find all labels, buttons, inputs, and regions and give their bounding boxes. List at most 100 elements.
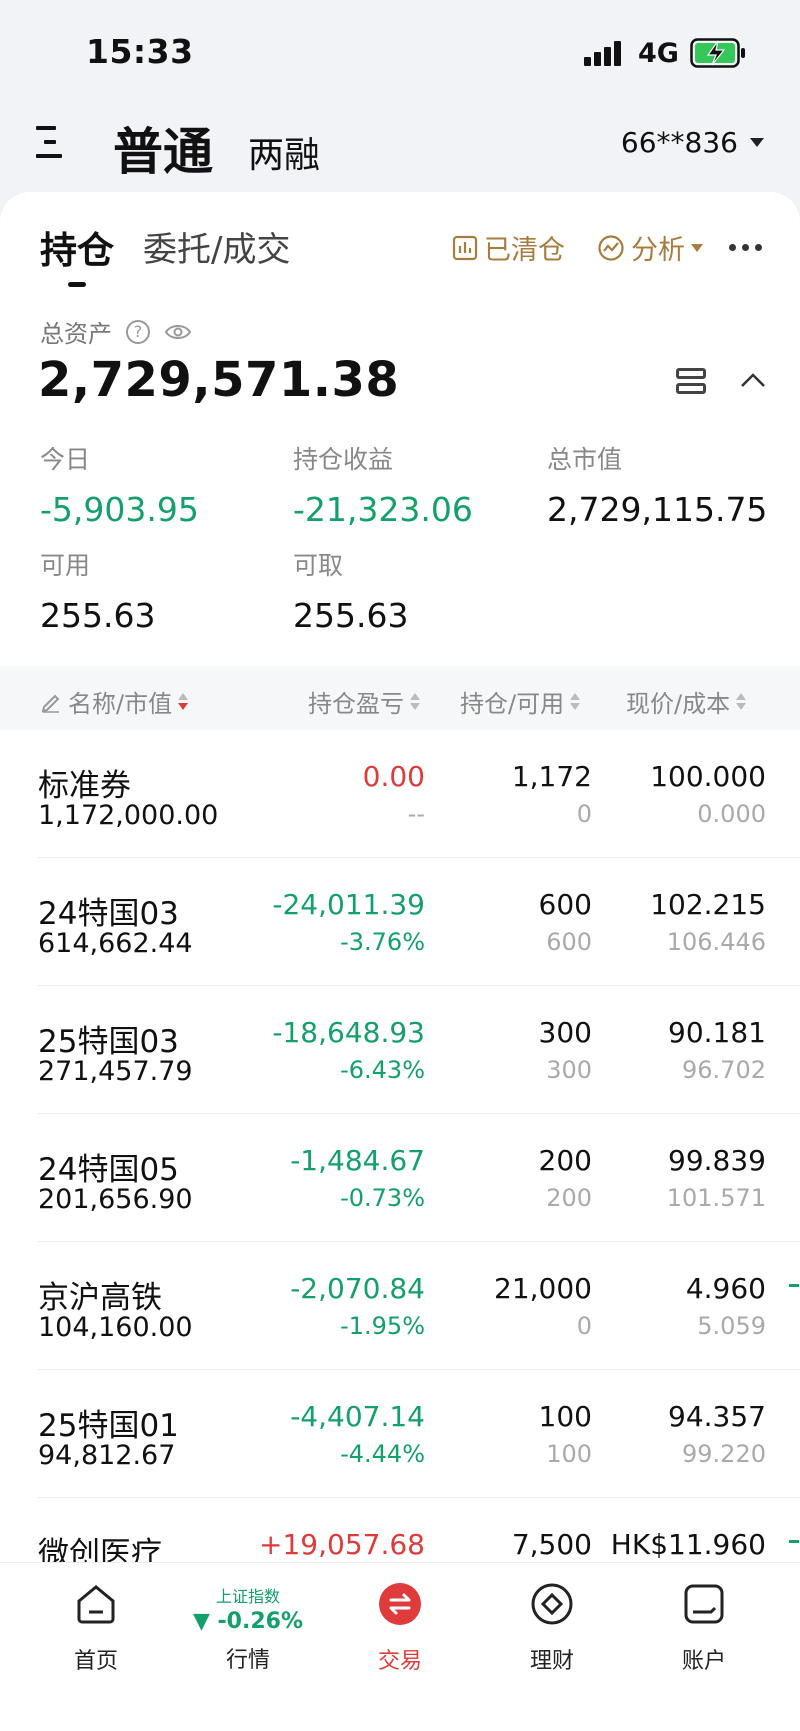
holding-price: 4.960 [685,1272,766,1305]
holding-cost: 101.571 [666,1184,766,1212]
holding-quantity: 1,172 [511,760,592,793]
holding-name: 24特国03 [38,896,179,932]
chevron-down-icon [750,138,764,147]
holding-name: 24特国05 [38,1152,179,1188]
nav-home-label: 首页 [73,1649,118,1674]
signal-icon [584,40,628,66]
holding-cost: 99.220 [682,1440,766,1468]
holding-row[interactable]: 京沪高铁 104,160.00 -2,070.84 -1.95% 21,000 0 4.96… [38,1242,800,1370]
holding-pnl: 0.00 [362,760,425,793]
total-assets-value: 2,729,571.38 [38,352,400,408]
header-name-value[interactable]: 名称/市值 [40,684,189,719]
app-header: 普通 两融 66**836 [0,100,800,192]
holding-available: 600 [546,928,592,956]
holding-market-value: 614,662.44 [38,928,193,959]
total-assets-label: 总资产 [40,320,112,348]
holding-available: 0 [576,1312,592,1340]
trend-icon [598,234,624,261]
tab-orders[interactable]: 委托/成交 [143,222,290,271]
help-icon[interactable]: ? [126,319,150,344]
holding-quantity: 300 [538,1016,592,1049]
cleared-positions-button[interactable]: 已清仓 [452,228,565,267]
tab-margin[interactable]: 两融 [248,126,320,178]
stat-holding-pnl: 持仓收益 -21,323.06 [293,440,473,529]
holding-pnl: -2,070.84 [290,1272,425,1305]
sort-icon [570,693,581,710]
stat-today: 今日 -5,903.95 [40,440,199,529]
holding-available: 300 [546,1056,592,1084]
stat-market-value: 总市值 2,729,115.75 [547,440,767,529]
eye-icon[interactable] [164,323,192,341]
analysis-button[interactable]: 分析 [597,228,703,267]
sort-icon [178,693,189,710]
holding-quantity: 100 [538,1400,592,1433]
cleared-label: 已清仓 [484,235,565,266]
holding-cost: 5.059 [697,1312,766,1340]
account-number: 66**836 [620,126,738,159]
holding-row[interactable]: 25特国01 94,812.67 -4,407.14 -4.44% 100 100 94.3… [38,1370,800,1498]
layout-toggle-icon[interactable] [676,368,706,394]
nav-account[interactable]: 账户 [644,1581,764,1675]
caret-down-icon [691,243,703,252]
holding-row[interactable]: 24特国03 614,662.44 -24,011.39 -3.76% 600 600 10… [38,858,800,986]
index-name: 上证指数 [215,1587,280,1606]
header-qty[interactable]: 持仓/可用 [460,684,581,719]
holding-pnl: -4,407.14 [290,1400,425,1433]
status-time: 15:33 [86,32,194,71]
holding-available: 0 [576,800,592,828]
stat-withdrawable-value: 255.63 [293,596,409,635]
stat-today-value: -5,903.95 [40,490,199,529]
holding-pnl: -1,484.67 [290,1144,425,1177]
analysis-label: 分析 [631,235,685,266]
holding-quantity: 7,500 [511,1528,592,1561]
header-price[interactable]: 现价/成本 [626,684,747,719]
table-header: 名称/市值 持仓盈亏 持仓/可用 现价/成本 [0,666,800,730]
active-tab-indicator [68,282,86,287]
holding-price: 94.357 [668,1400,766,1433]
network-type: 4G [638,38,679,69]
more-icon[interactable] [729,244,763,252]
holding-pnl-percent: -- [407,800,425,828]
holding-quantity: 600 [538,888,592,921]
nav-market[interactable]: 上证指数 ▼ -0.26% 行情 [188,1581,308,1674]
holding-price: 99.839 [668,1144,766,1177]
holding-pnl-percent: -1.95% [340,1312,425,1340]
holdings-list: 标准券 1,172,000.00 0.00 -- 1,172 0 100.000 0.000 2… [0,730,800,1562]
holding-row[interactable]: 标准券 1,172,000.00 0.00 -- 1,172 0 100.000 0.000 [38,730,800,858]
holding-name: 微创医疗 [38,1536,162,1562]
holding-market-value: 94,812.67 [38,1440,176,1471]
account-selector[interactable]: 66**836 [621,126,764,159]
holding-pnl-percent: -6.43% [340,1056,425,1084]
holding-row[interactable]: 25特国03 271,457.79 -18,648.93 -6.43% 300 300 90… [38,986,800,1114]
overflow-column-indicator [789,1284,799,1287]
nav-wealth[interactable]: 理财 [492,1581,612,1675]
stat-market-value-label: 总市值 [547,445,623,474]
header-name-label: 名称/市值 [68,690,173,718]
home-icon [77,1585,115,1624]
holding-pnl: -18,648.93 [272,1016,425,1049]
nav-wealth-label: 理财 [529,1649,574,1674]
overflow-column-indicator [789,1540,799,1543]
holding-market-value: 1,172,000.00 [38,800,219,831]
holding-price: 102.215 [650,888,766,921]
stat-holding-pnl-label: 持仓收益 [293,445,394,474]
nav-market-label: 行情 [225,1648,270,1673]
stat-holding-pnl-value: -21,323.06 [293,490,473,529]
holding-available: 200 [546,1184,592,1212]
tab-normal[interactable]: 普通 [113,112,213,184]
holding-row[interactable]: 微创医疗 +19,057.68 7,500 HK$11.960 [38,1498,800,1562]
menu-icon[interactable] [36,126,62,160]
header-pnl[interactable]: 持仓盈亏 [308,684,420,719]
header-pnl-label: 持仓盈亏 [308,690,404,718]
holding-pnl-percent: -3.76% [340,928,425,956]
edit-icon[interactable] [40,691,62,713]
chevron-up-icon[interactable] [740,370,766,390]
nav-trade[interactable]: 交易 [340,1581,460,1675]
total-assets-label-row: 总资产 ? [40,314,192,349]
bar-chart-icon [452,235,478,260]
header-price-label: 现价/成本 [626,690,731,718]
holding-pnl-percent: -4.44% [340,1440,425,1468]
nav-home[interactable]: 首页 [36,1581,156,1675]
tab-holdings[interactable]: 持仓 [40,220,114,274]
holding-row[interactable]: 24特国05 201,656.90 -1,484.67 -0.73% 200 200 99.… [38,1114,800,1242]
